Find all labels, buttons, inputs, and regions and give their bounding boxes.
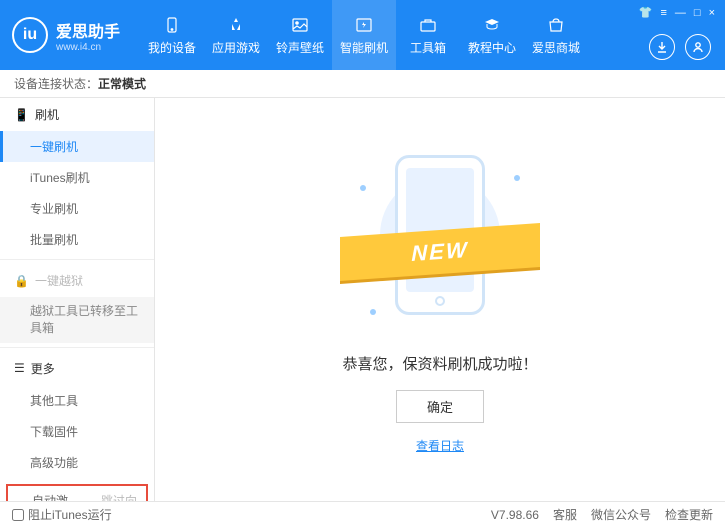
logo-icon: iu (12, 17, 48, 53)
footer-link-support[interactable]: 客服 (553, 506, 577, 523)
footer-link-update[interactable]: 检查更新 (665, 506, 713, 523)
highlight-box: 自动激活 跳过向导 (6, 484, 148, 501)
window-controls: 👕 ≡ — □ × (639, 6, 715, 19)
nav-apps[interactable]: 应用游戏 (204, 0, 268, 70)
nav-flash[interactable]: 智能刷机 (332, 0, 396, 70)
top-nav: 我的设备 应用游戏 铃声壁纸 智能刷机 工具箱 教程中心 爱思商城 (140, 0, 588, 70)
nav-tutorial[interactable]: 教程中心 (460, 0, 524, 70)
list-icon: ☰ (14, 361, 25, 375)
nav-ringtones[interactable]: 铃声壁纸 (268, 0, 332, 70)
checkbox-auto-activate[interactable]: 自动激活 (16, 492, 69, 501)
sidebar-item-batch[interactable]: 批量刷机 (0, 224, 154, 255)
nav-store[interactable]: 爱思商城 (524, 0, 588, 70)
menu-icon[interactable]: ≡ (660, 7, 666, 19)
main-content: NEW 恭喜您，保资料刷机成功啦！ 确定 查看日志 (155, 98, 725, 501)
sidebar-group-more[interactable]: ☰ 更多 (0, 352, 154, 385)
sidebar-item-other[interactable]: 其他工具 (0, 385, 154, 416)
checkbox-skip-guide[interactable]: 跳过向导 (85, 492, 138, 501)
footer: 阻止iTunes运行 V7.98.66 客服 微信公众号 检查更新 (0, 501, 725, 527)
close-button[interactable]: × (709, 7, 715, 19)
bag-icon (546, 15, 566, 35)
app-site: www.i4.cn (56, 42, 120, 53)
flash-icon (354, 15, 374, 35)
nav-toolbox[interactable]: 工具箱 (396, 0, 460, 70)
nav-my-device[interactable]: 我的设备 (140, 0, 204, 70)
lock-icon: 🔒 (14, 274, 29, 288)
maximize-button[interactable]: □ (694, 7, 701, 19)
sidebar-group-jailbreak: 🔒 一键越狱 (0, 264, 154, 297)
new-ribbon: NEW (340, 223, 540, 281)
checkbox-block-itunes[interactable]: 阻止iTunes运行 (12, 506, 112, 523)
sidebar-jailbreak-note: 越狱工具已转移至工具箱 (0, 297, 154, 343)
device-icon (162, 15, 182, 35)
success-illustration: NEW (350, 145, 530, 335)
version-label: V7.98.66 (491, 508, 539, 522)
sidebar: 📱 刷机 一键刷机 iTunes刷机 专业刷机 批量刷机 🔒 一键越狱 越狱工具… (0, 98, 155, 501)
minimize-button[interactable]: — (675, 7, 686, 19)
ok-button[interactable]: 确定 (396, 390, 484, 423)
status-value: 正常模式 (98, 75, 146, 92)
download-button[interactable] (649, 34, 675, 60)
sidebar-item-itunes[interactable]: iTunes刷机 (0, 162, 154, 193)
phone-icon: 📱 (14, 108, 29, 122)
sidebar-group-flash[interactable]: 📱 刷机 (0, 98, 154, 131)
sidebar-item-oneclick[interactable]: 一键刷机 (0, 131, 154, 162)
footer-link-wechat[interactable]: 微信公众号 (591, 506, 651, 523)
success-message: 恭喜您，保资料刷机成功啦！ (342, 353, 537, 374)
sidebar-item-advanced[interactable]: 高级功能 (0, 447, 154, 478)
app-name: 爱思助手 (56, 18, 120, 42)
logo-area: iu 爱思助手 www.i4.cn (12, 17, 120, 53)
status-bar: 设备连接状态： 正常模式 (0, 70, 725, 98)
apps-icon (226, 15, 246, 35)
app-header: iu 爱思助手 www.i4.cn 我的设备 应用游戏 铃声壁纸 智能刷机 工具… (0, 0, 725, 70)
user-button[interactable] (685, 34, 711, 60)
sidebar-item-download[interactable]: 下载固件 (0, 416, 154, 447)
image-icon (290, 15, 310, 35)
skin-icon[interactable]: 👕 (639, 6, 653, 19)
status-label: 设备连接状态： (14, 75, 98, 92)
graduation-icon (482, 15, 502, 35)
sidebar-item-pro[interactable]: 专业刷机 (0, 193, 154, 224)
toolbox-icon (418, 15, 438, 35)
view-log-link[interactable]: 查看日志 (416, 437, 464, 454)
